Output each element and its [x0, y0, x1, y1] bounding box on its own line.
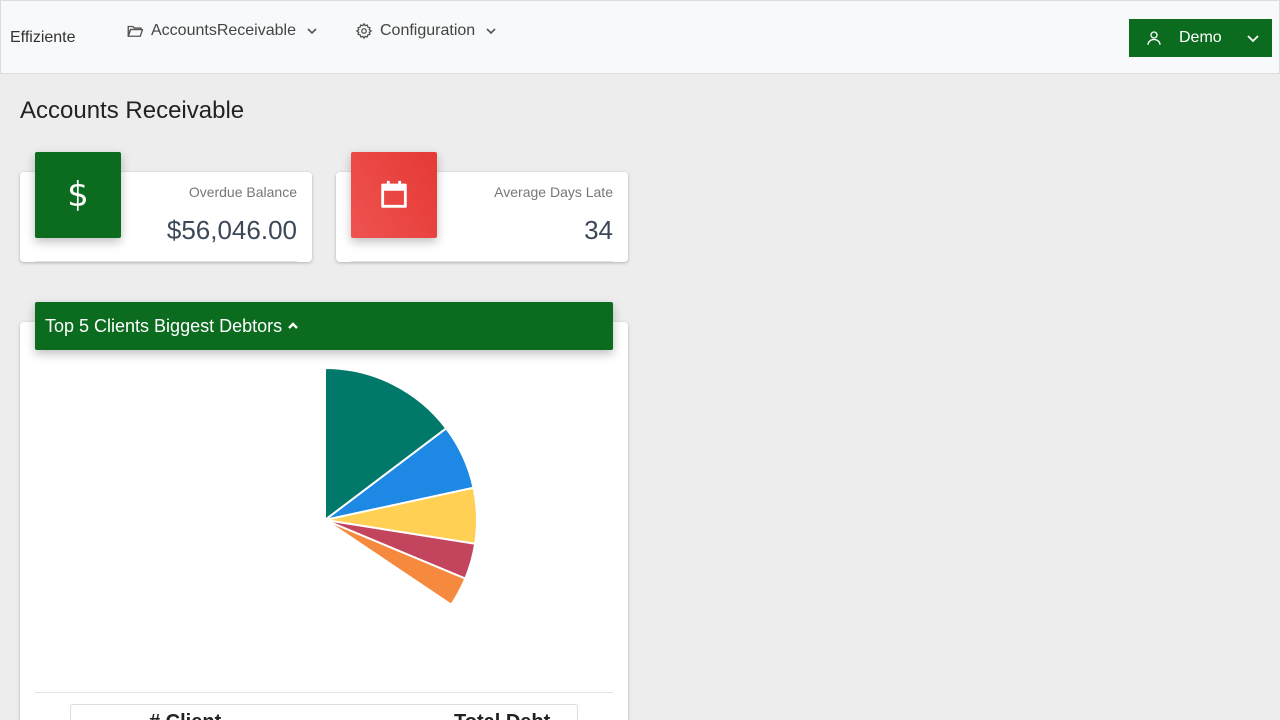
- chart-divider: [35, 692, 613, 693]
- chevron-down-icon: [486, 28, 496, 35]
- calendar-icon-box: [351, 152, 437, 238]
- user-icon: [1147, 31, 1161, 45]
- overdue-balance-card: $ Overdue Balance $56,046.00: [20, 152, 312, 262]
- overdue-balance-value: $56,046.00: [166, 215, 297, 245]
- user-menu-button[interactable]: Demo: [1129, 19, 1272, 57]
- card-divider: [351, 261, 613, 262]
- top-navbar: Effiziente AccountsReceivable Configurat…: [0, 0, 1280, 74]
- chevron-down-icon: [307, 28, 317, 35]
- chevron-down-icon: [1247, 35, 1259, 43]
- calendar-icon: [381, 180, 407, 208]
- page-title: Accounts Receivable: [20, 97, 245, 124]
- gear-icon: [355, 22, 373, 40]
- folder-open-icon: [127, 25, 144, 37]
- table-header-client: # Client: [149, 711, 221, 720]
- table-header-total-debt: Total Debt: [454, 711, 550, 720]
- debtors-table: # Client Total Debt: [70, 704, 578, 720]
- menu-accounts-receivable[interactable]: AccountsReceivable: [126, 20, 318, 42]
- dollar-icon: $: [35, 152, 121, 238]
- overdue-balance-label: Overdue Balance: [188, 184, 297, 200]
- average-days-late-card: Average Days Late 34: [336, 152, 628, 262]
- brand-name[interactable]: Effiziente: [10, 29, 76, 47]
- debtors-pie-chart: [324, 366, 478, 607]
- menu-accounts-receivable-label: AccountsReceivable: [151, 22, 296, 39]
- menu-configuration[interactable]: Configuration: [355, 20, 497, 42]
- user-menu-label: Demo: [1179, 29, 1222, 46]
- average-days-late-label: Average Days Late: [494, 184, 613, 200]
- average-days-late-value: 34: [584, 215, 613, 245]
- card-divider: [35, 261, 297, 262]
- menu-configuration-label: Configuration: [380, 22, 476, 39]
